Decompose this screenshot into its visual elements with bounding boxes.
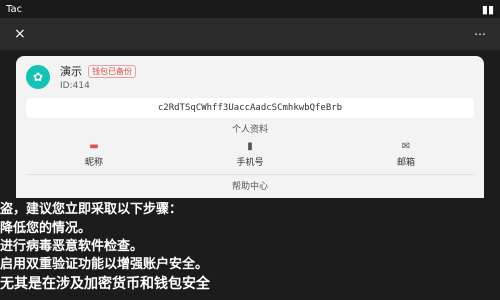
email-icon: ✉	[401, 141, 411, 152]
menu-item[interactable]: ✉ 邮箱	[328, 141, 484, 168]
battery-icon: ▮▮	[481, 2, 494, 16]
more-icon[interactable]: ⋯	[474, 27, 486, 41]
phone-icon: ▮	[247, 141, 253, 152]
backup-badge: 钱包已备份	[88, 64, 136, 78]
menu-item-label: 昵称	[84, 158, 103, 168]
overlay-line: 降低您的情况。	[0, 221, 92, 236]
menu-item[interactable]: ▮ 手机号	[172, 141, 328, 168]
overlay-line: 启用双重验证功能以增强账户安全。	[0, 257, 209, 272]
menu-item-label: 邮箱	[396, 158, 415, 168]
top-header: × ⋯	[0, 18, 500, 50]
status-time: Tac	[6, 3, 23, 15]
section-title: 帮助中心	[231, 182, 268, 192]
wallet-address[interactable]: c2RdTSqCWhff3UaccAadcSCmhkwbQfeBrb	[26, 98, 474, 118]
overlay-line: 进行病毒恶意软件检查。	[0, 239, 144, 254]
menu-item[interactable]: ▬ 昵称	[16, 141, 172, 168]
profile-id: ID:414	[60, 81, 90, 91]
section-row: ▬ 昵称 ▮ 手机号 ✉ 邮箱	[16, 137, 484, 174]
profile-icon: ▬	[89, 141, 99, 152]
overlay-text-block: 盗，建议您立即采取以下步骤： 降低您的情况。 进行病毒恶意软件检查。 启用双重验…	[0, 198, 500, 300]
profile-name: 演示	[60, 65, 82, 78]
profile-row[interactable]: ✿ 演示 钱包已备份 ID:414	[16, 56, 484, 98]
overlay-line: 无其是在涉及加密货币和钱包安全	[0, 276, 210, 292]
status-bar: Tac ▮▮	[0, 0, 500, 18]
status-icons: ▮▮	[482, 3, 494, 16]
avatar: ✿	[26, 65, 50, 89]
menu-item-label: 手机号	[236, 158, 264, 168]
section-title: 个人资料	[231, 125, 268, 135]
overlay-line: 盗，建议您立即采取以下步骤：	[0, 202, 183, 217]
close-icon[interactable]: ×	[14, 26, 26, 42]
